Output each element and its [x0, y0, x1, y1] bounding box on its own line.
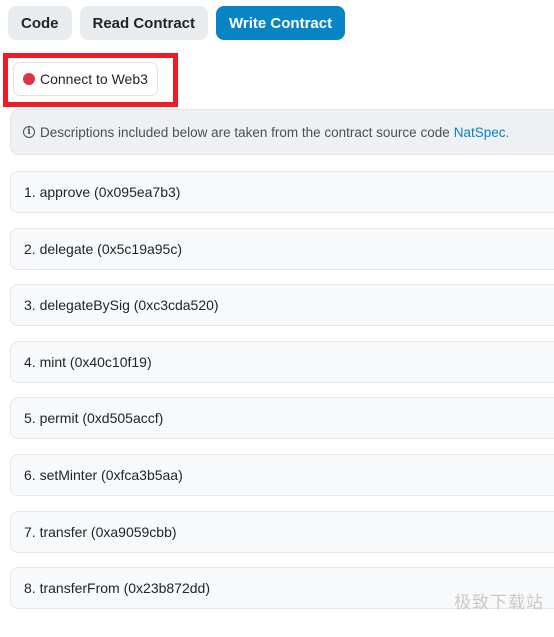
watermark: 极致下载站	[454, 593, 544, 613]
natspec-info-bar: i Descriptions included below are taken …	[10, 109, 554, 155]
connect-web3-button[interactable]: Connect to Web3	[13, 62, 158, 96]
function-list: 1. approve (0x095ea7b3) 2. delegate (0x5…	[10, 171, 554, 624]
function-item-approve[interactable]: 1. approve (0x095ea7b3)	[10, 171, 554, 213]
function-item-delegate[interactable]: 2. delegate (0x5c19a95c)	[10, 227, 554, 270]
disconnected-status-icon	[23, 73, 35, 85]
tab-write-contract[interactable]: Write Contract	[216, 6, 346, 40]
info-text: Descriptions included below are taken fr…	[40, 124, 450, 140]
function-item-transfer[interactable]: 7. transfer (0xa9059cbb)	[10, 510, 554, 553]
function-item-permit[interactable]: 5. permit (0xd505accf)	[10, 397, 554, 440]
function-item-setminter[interactable]: 6. setMinter (0xfca3b5aa)	[10, 453, 554, 496]
connect-web3-label: Connect to Web3	[40, 71, 148, 87]
tab-code[interactable]: Code	[8, 6, 72, 40]
contract-tabs: Code Read Contract Write Contract	[8, 6, 346, 40]
info-icon: i	[23, 126, 35, 138]
function-item-mint[interactable]: 4. mint (0x40c10f19)	[10, 340, 554, 383]
natspec-link[interactable]: NatSpec.	[454, 125, 510, 140]
write-contract-page: Code Read Contract Write Contract Connec…	[0, 0, 554, 637]
tab-read-contract[interactable]: Read Contract	[79, 6, 209, 40]
function-item-delegatebysig[interactable]: 3. delegateBySig (0xc3cda520)	[10, 284, 554, 327]
